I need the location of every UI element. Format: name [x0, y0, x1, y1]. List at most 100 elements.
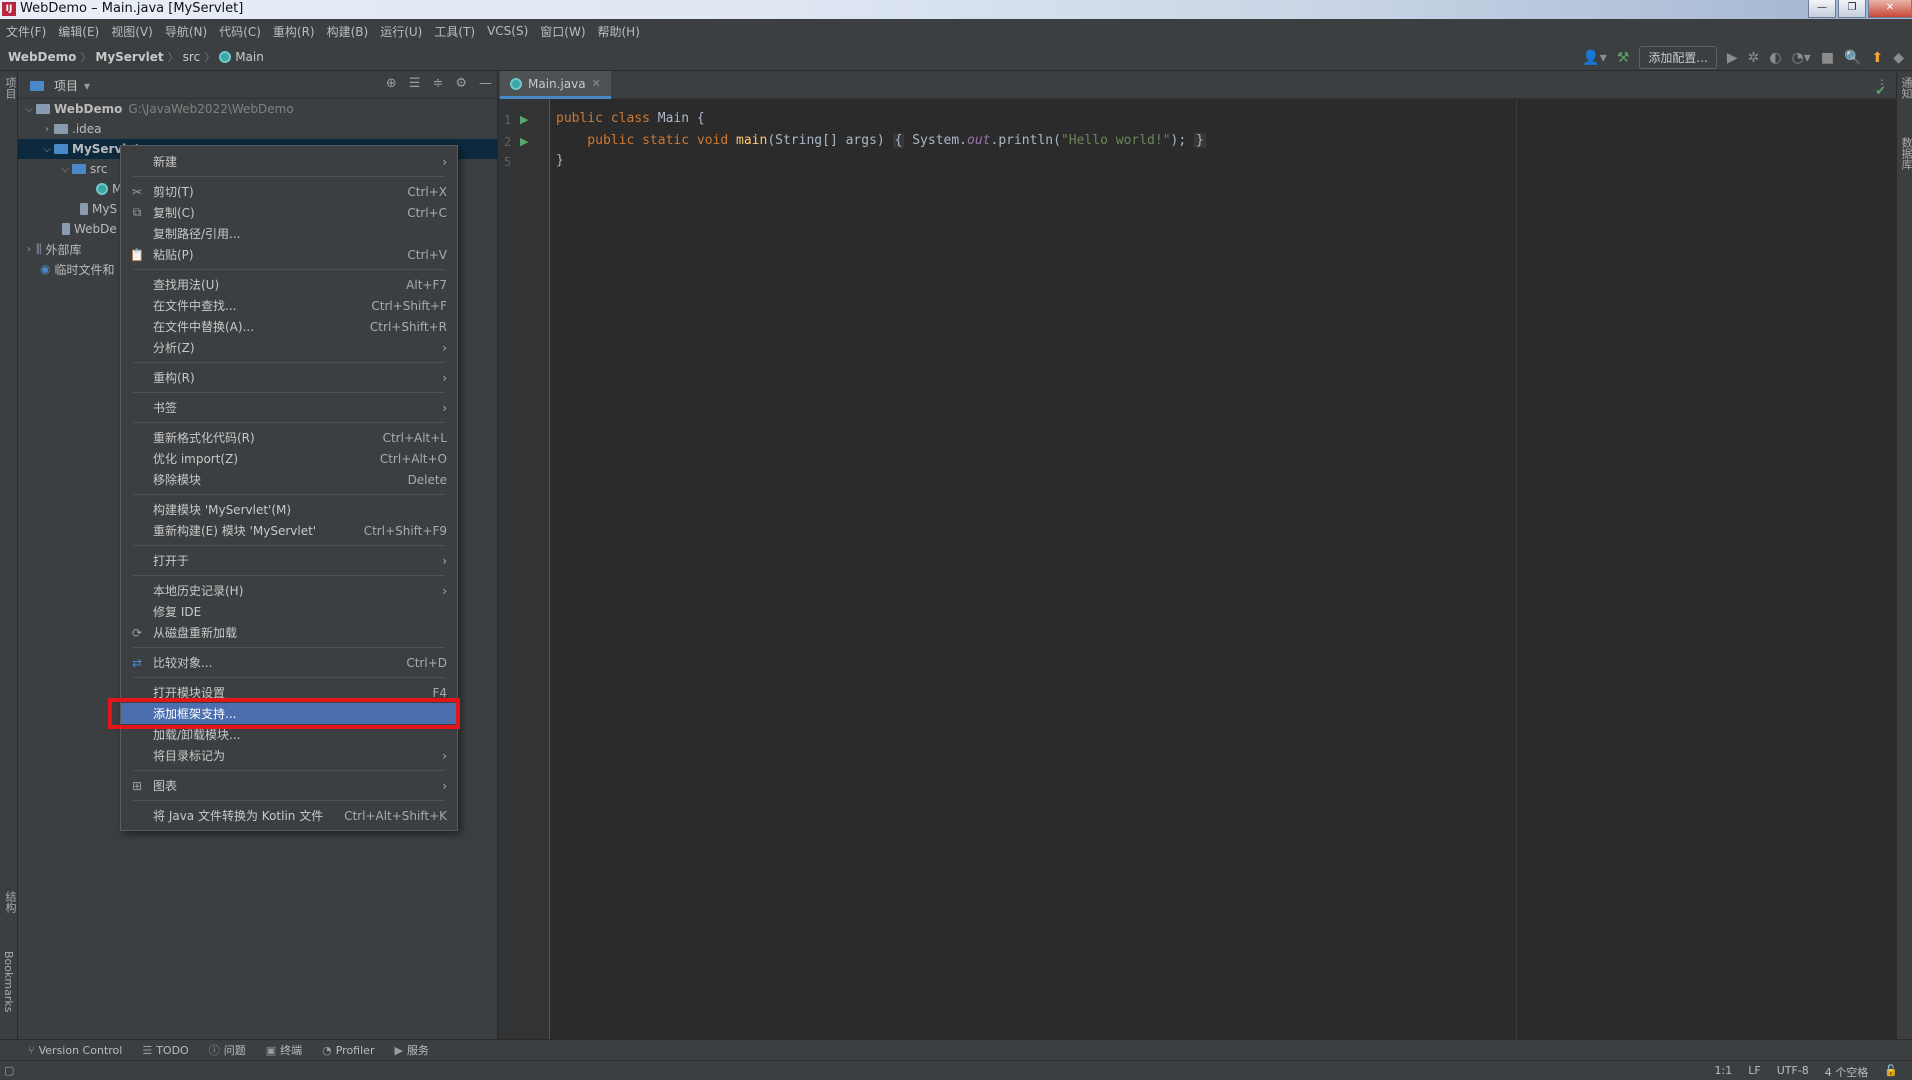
- menu-item-repair-ide[interactable]: 修复 IDE: [121, 601, 457, 622]
- menu-view[interactable]: 视图(V): [105, 23, 159, 40]
- breadcrumb-project[interactable]: WebDemo: [8, 50, 76, 64]
- build-hammer-icon[interactable]: ⚒: [1617, 50, 1630, 66]
- menu-item-build-module[interactable]: 构建模块 'MyServlet'(M): [121, 499, 457, 520]
- menu-item-convert-to-kotlin[interactable]: 将 Java 文件转换为 Kotlin 文件 Ctrl+Alt+Shift+K: [121, 805, 457, 826]
- menu-separator: [133, 545, 445, 546]
- menu-vcs[interactable]: VCS(S): [481, 24, 534, 38]
- menu-file[interactable]: 文件(F): [0, 23, 52, 40]
- chevron-right-icon[interactable]: ›: [40, 124, 54, 135]
- menu-item-open-in[interactable]: 打开于 ›: [121, 550, 457, 571]
- structure-tool-tab[interactable]: 结构: [2, 891, 18, 913]
- menu-item-cut[interactable]: ✂ 剪切(T) Ctrl+X: [121, 181, 457, 202]
- menu-item-load-unload-modules[interactable]: 加载/卸载模块...: [121, 724, 457, 745]
- layout-icon[interactable]: ▢: [4, 1064, 14, 1077]
- chevron-down-icon[interactable]: ⌵: [22, 104, 36, 115]
- menu-item-analyze[interactable]: 分析(Z) ›: [121, 337, 457, 358]
- breadcrumb-class[interactable]: Main: [235, 50, 264, 64]
- chevron-down-icon[interactable]: ⌵: [58, 164, 72, 175]
- bookmarks-tool-tab[interactable]: Bookmarks: [2, 951, 15, 1012]
- debug-icon[interactable]: ✲: [1748, 50, 1760, 66]
- caret-position[interactable]: 1:1: [1715, 1064, 1733, 1080]
- profile-icon[interactable]: ◔▾: [1792, 50, 1811, 66]
- terminal-tab[interactable]: ▣ 终端: [266, 1042, 302, 1058]
- menu-item-copy[interactable]: ⧉ 复制(C) Ctrl+C: [121, 202, 457, 223]
- menu-item-reformat-code[interactable]: 重新格式化代码(R) Ctrl+Alt+L: [121, 427, 457, 448]
- user-icon[interactable]: 👤▾: [1582, 50, 1606, 66]
- run-icon[interactable]: ▶: [520, 113, 528, 126]
- tree-row-webdemo[interactable]: ⌵ WebDemo G:\JavaWeb2022\WebDemo: [18, 99, 498, 119]
- menu-navigate[interactable]: 导航(N): [159, 23, 213, 40]
- expand-all-icon[interactable]: ☰: [409, 76, 421, 91]
- hide-icon[interactable]: —: [479, 76, 492, 91]
- menu-item-copy-path[interactable]: 复制路径/引用...: [121, 223, 457, 244]
- breadcrumb-module[interactable]: MyServlet: [95, 50, 163, 64]
- database-tool-tab[interactable]: 数据库: [1898, 137, 1912, 170]
- collapse-all-icon[interactable]: ≑: [432, 76, 443, 91]
- code-area[interactable]: public class Main { public static void m…: [556, 99, 1886, 1039]
- problems-tab[interactable]: ⓘ 问题: [209, 1042, 246, 1058]
- menu-item-module-settings[interactable]: 打开模块设置 F4: [121, 682, 457, 703]
- menu-item-find-usages[interactable]: 查找用法(U) Alt+F7: [121, 274, 457, 295]
- tree-row-idea[interactable]: › .idea: [18, 119, 498, 139]
- run-icon[interactable]: ▶: [1727, 50, 1738, 66]
- todo-tab[interactable]: ☰ TODO: [142, 1044, 188, 1057]
- services-tab[interactable]: ▶ 服务: [394, 1042, 428, 1058]
- update-icon[interactable]: ⬆: [1871, 50, 1883, 66]
- inspection-ok-icon[interactable]: ✔: [1875, 84, 1886, 99]
- indent-setting[interactable]: 4 个空格: [1825, 1064, 1869, 1080]
- folder-icon: [36, 104, 50, 114]
- stop-icon[interactable]: ■: [1821, 50, 1834, 66]
- menu-item-paste[interactable]: 📋 粘贴(P) Ctrl+V: [121, 244, 457, 265]
- menu-build[interactable]: 构建(B): [321, 23, 375, 40]
- menu-item-new[interactable]: 新建 ›: [121, 151, 457, 172]
- version-control-tab[interactable]: ⑂ Version Control: [28, 1044, 122, 1057]
- restore-icon[interactable]: ❐: [1838, 0, 1866, 18]
- menu-item-remove-module[interactable]: 移除模块 Delete: [121, 469, 457, 490]
- minimize-icon[interactable]: —: [1808, 0, 1836, 18]
- code-fold-marker[interactable]: }: [1194, 133, 1206, 148]
- menu-window[interactable]: 窗口(W): [534, 23, 591, 40]
- menu-item-local-history[interactable]: 本地历史记录(H) ›: [121, 580, 457, 601]
- search-icon[interactable]: 🔍: [1844, 50, 1861, 66]
- code-token: "Hello world!": [1060, 133, 1171, 148]
- lock-icon[interactable]: 🔓: [1884, 1064, 1898, 1080]
- menu-refactor[interactable]: 重构(R): [267, 23, 321, 40]
- menu-code[interactable]: 代码(C): [213, 23, 267, 40]
- menu-item-refactor[interactable]: 重构(R) ›: [121, 367, 457, 388]
- gear-icon[interactable]: ⚙: [455, 76, 467, 91]
- menu-item-diagrams[interactable]: ⊞ 图表 ›: [121, 775, 457, 796]
- close-icon[interactable]: ✕: [1868, 0, 1912, 18]
- menu-run[interactable]: 运行(U): [374, 23, 428, 40]
- profiler-tab[interactable]: ◔ Profiler: [322, 1044, 374, 1057]
- menu-tools[interactable]: 工具(T): [428, 23, 481, 40]
- add-configuration-button[interactable]: 添加配置...: [1639, 46, 1717, 69]
- line-separator[interactable]: LF: [1748, 1064, 1760, 1080]
- menu-help[interactable]: 帮助(H): [592, 23, 646, 40]
- breadcrumb-src[interactable]: src: [183, 50, 201, 64]
- menu-item-mark-directory-as[interactable]: 将目录标记为 ›: [121, 745, 457, 766]
- close-icon[interactable]: ✕: [592, 77, 601, 90]
- tab-main-java[interactable]: Main.java ✕: [500, 71, 611, 99]
- menu-item-rebuild-module[interactable]: 重新构建(E) 模块 'MyServlet' Ctrl+Shift+F9: [121, 520, 457, 541]
- code-fold-marker[interactable]: {: [892, 133, 905, 148]
- coverage-icon[interactable]: ◐: [1769, 50, 1781, 66]
- chevron-down-icon[interactable]: ⌵: [40, 144, 54, 155]
- menu-item-optimize-imports[interactable]: 优化 import(Z) Ctrl+Alt+O: [121, 448, 457, 469]
- menu-item-reload-from-disk[interactable]: ⟳ 从磁盘重新加载: [121, 622, 457, 643]
- locate-icon[interactable]: ⊕: [386, 76, 397, 91]
- chevron-right-icon[interactable]: ›: [22, 244, 36, 255]
- menu-item-compare-with[interactable]: ⇄ 比较对象... Ctrl+D: [121, 652, 457, 673]
- chevron-down-icon[interactable]: ▾: [84, 79, 90, 93]
- file-encoding[interactable]: UTF-8: [1777, 1064, 1809, 1080]
- menu-item-replace-in-files[interactable]: 在文件中替换(A)... Ctrl+Shift+R: [121, 316, 457, 337]
- menu-separator: [133, 800, 445, 801]
- menu-item-bookmarks[interactable]: 书签 ›: [121, 397, 457, 418]
- menu-edit[interactable]: 编辑(E): [52, 23, 105, 40]
- plugin-icon[interactable]: ◆: [1893, 50, 1904, 66]
- menu-item-find-in-files[interactable]: 在文件中查找... Ctrl+Shift+F: [121, 295, 457, 316]
- run-icon[interactable]: ▶: [520, 135, 528, 148]
- menu-item-add-framework-support[interactable]: 添加框架支持...: [121, 703, 457, 724]
- notifications-tool-tab[interactable]: 通知: [1898, 77, 1912, 99]
- project-tool-tab[interactable]: 项目: [2, 77, 18, 99]
- project-panel-title[interactable]: 项目: [54, 77, 78, 94]
